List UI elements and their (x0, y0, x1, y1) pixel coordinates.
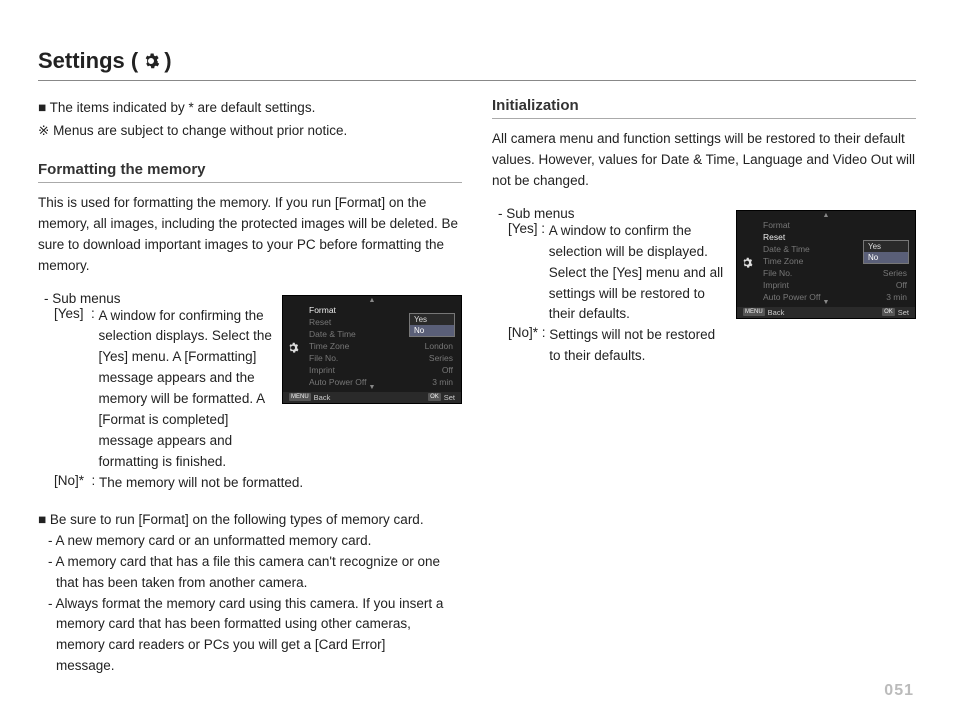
camera-lcd: ▲ FormatResetDate & TimeTime ZoneLondonF… (736, 210, 916, 319)
camera-menu-label: File No. (309, 353, 338, 363)
camera-menu-label: Auto Power Off (763, 292, 820, 302)
scroll-up-icon: ▲ (369, 297, 376, 304)
option-popup: Yes No (863, 240, 909, 264)
option-popup: Yes No (409, 313, 455, 337)
format-no-row: [No]* : The memory will not be formatted… (54, 473, 462, 494)
camera-lcd: ▲ FormatResetDate & TimeTime ZoneLondonF… (282, 295, 462, 404)
note-always-format-2: memory card that has been formatted usin… (56, 614, 462, 635)
camera-menu-label: Format (309, 305, 336, 315)
title-prefix: Settings ( (38, 48, 138, 74)
note-always-format-4: message. (56, 656, 462, 677)
camera-menu-value: Series (429, 353, 453, 363)
camera-menu-format: ▲ FormatResetDate & TimeTime ZoneLondonF… (282, 295, 462, 404)
camera-menu-label: Time Zone (763, 256, 803, 266)
camera-menu-label: Reset (309, 317, 331, 327)
camera-menu-row: Time Zone London (305, 340, 457, 352)
camera-menu-value: 3 min (886, 292, 907, 302)
format-notes-list: ■ Be sure to run [Format] on the followi… (38, 510, 462, 677)
init-no-row: [No]* : Settings will not be restored to… (508, 325, 726, 367)
note-unrecognized-file: - A memory card that has a file this cam… (48, 552, 462, 573)
note-new-card: - A new memory card or an unformatted me… (48, 531, 462, 552)
note-format-types: ■ Be sure to run [Format] on the followi… (38, 510, 462, 531)
page-number: 051 (884, 682, 914, 700)
heading-initialization: Initialization (492, 97, 916, 119)
heading-formatting-memory: Formatting the memory (38, 161, 462, 183)
note-always-format: - Always format the memory card using th… (48, 594, 462, 615)
camera-menu-reset: ▲ FormatResetDate & TimeTime ZoneLondonF… (736, 210, 916, 319)
camera-menu-label: Time Zone (309, 341, 349, 351)
note-unrecognized-file-2: that has been taken from another camera. (56, 573, 462, 594)
camera-menu-value: London (425, 341, 453, 351)
scroll-down-icon: ▼ (369, 384, 376, 391)
camera-menu-label: File No. (763, 268, 792, 278)
no-description: Settings will not be restored to their d… (549, 325, 726, 367)
no-description: The memory will not be formatted. (99, 473, 462, 494)
option-yes: Yes (864, 241, 908, 252)
init-submenus: ▲ FormatResetDate & TimeTime ZoneLondonF… (492, 206, 916, 367)
camera-menu-value: Off (896, 280, 907, 290)
gear-icon (142, 52, 160, 70)
no-key: [No]* : (54, 473, 99, 494)
camera-menu-value: Off (442, 365, 453, 375)
camera-menu-label: Date & Time (309, 329, 356, 339)
note-menus-change: ※ Menus are subject to change without pr… (38, 120, 462, 143)
right-column: Initialization All camera menu and funct… (492, 97, 916, 677)
camera-menu-row: File No. Series (305, 352, 457, 364)
no-key: [No]* : (508, 325, 549, 367)
scroll-up-icon: ▲ (823, 212, 830, 219)
camera-menu-row: Imprint Off (305, 364, 457, 376)
yes-description: A window to confirm the selection will b… (549, 221, 726, 326)
camera-menu-label: Format (763, 220, 790, 230)
yes-key: [Yes] : (54, 306, 99, 473)
camera-bottom-bar: MENUBack OKSet (737, 307, 915, 318)
camera-menu-label: Reset (763, 232, 785, 242)
gear-icon (741, 257, 753, 269)
camera-menu-row: Auto Power Off 3 min (305, 376, 457, 388)
gear-icon (287, 342, 299, 354)
left-column: ■ The items indicated by * are default s… (38, 97, 462, 677)
scroll-down-icon: ▼ (823, 299, 830, 306)
option-no-selected: No (864, 252, 908, 263)
yes-description: A window for confirming the selection di… (99, 306, 272, 473)
two-column-layout: ■ The items indicated by * are default s… (38, 97, 916, 677)
camera-menu-row: Format (759, 219, 911, 231)
camera-menu-label: Auto Power Off (309, 377, 366, 387)
camera-menu-label: Date & Time (763, 244, 810, 254)
camera-menu-row: File No. Series (759, 267, 911, 279)
camera-menu-label: Imprint (309, 365, 335, 375)
camera-menu-value: 3 min (432, 377, 453, 387)
page-title: Settings ( ) (38, 48, 916, 81)
init-yes-row: [Yes] : A window to confirm the selectio… (508, 221, 726, 326)
format-description: This is used for formatting the memory. … (38, 193, 462, 277)
camera-menu-label: Imprint (763, 280, 789, 290)
format-submenus: ▲ FormatResetDate & TimeTime ZoneLondonF… (38, 291, 462, 494)
camera-menu-value: Series (883, 268, 907, 278)
option-no-selected: No (410, 325, 454, 336)
option-yes: Yes (410, 314, 454, 325)
initialization-description: All camera menu and function settings wi… (492, 129, 916, 192)
note-always-format-3: memory card readers or PCs you will get … (56, 635, 462, 656)
camera-bottom-bar: MENUBack OKSet (283, 392, 461, 403)
camera-menu-row: Auto Power Off 3 min (759, 291, 911, 303)
format-yes-row: [Yes] : A window for confirming the sele… (54, 306, 272, 473)
title-suffix: ) (164, 48, 171, 74)
yes-key: [Yes] : (508, 221, 549, 326)
camera-menu-row: Imprint Off (759, 279, 911, 291)
note-default-settings: ■ The items indicated by * are default s… (38, 97, 462, 120)
